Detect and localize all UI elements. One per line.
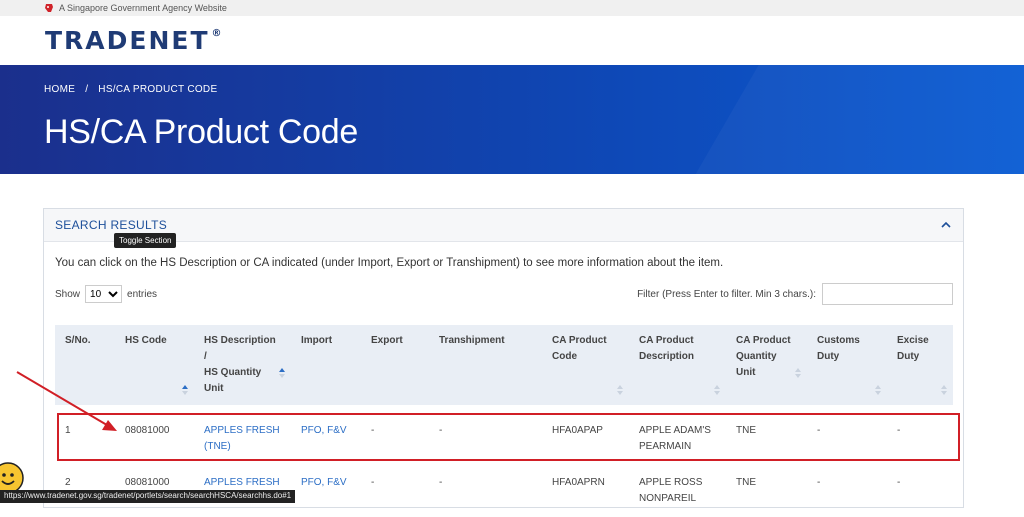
cell-ca-qty-unit: TNE — [726, 465, 807, 517]
entries-select[interactable]: 10 — [85, 285, 122, 303]
logo-text: TRADENET — [45, 26, 210, 55]
row-highlight-box — [57, 413, 960, 461]
col-import-label: Import — [301, 335, 332, 346]
col-sno[interactable]: S/No. — [55, 325, 115, 405]
toggle-section-tooltip: Toggle Section — [114, 233, 176, 248]
col-customs-label-1: Customs — [817, 335, 860, 346]
page-title: HS/CA Product Code — [44, 113, 1024, 152]
col-excise-duty[interactable]: Excise Duty — [887, 325, 953, 405]
col-ca-qty-label-2: Quantity — [736, 351, 777, 362]
sort-both-icon — [616, 384, 624, 396]
entries-label: entries — [127, 289, 157, 300]
col-ca-quantity-unit[interactable]: CA Product Quantity Unit — [726, 325, 807, 405]
ca-desc-line-2: NONPAREIL — [639, 493, 696, 504]
col-transhipment[interactable]: Transhipment — [429, 325, 542, 405]
search-results-title: SEARCH RESULTS — [55, 218, 167, 232]
registered-mark: ® — [212, 28, 224, 39]
col-hs-code[interactable]: HS Code — [115, 325, 194, 405]
col-import[interactable]: Import — [291, 325, 361, 405]
table-header-row: S/No. HS Code HS Description / HS Quanti… — [55, 325, 953, 405]
sort-asc-icon — [278, 367, 286, 379]
sort-both-icon — [713, 384, 721, 396]
results-intro-text: You can click on the HS Description or C… — [55, 257, 723, 269]
col-sno-label: S/No. — [65, 335, 91, 346]
breadcrumb-home-link[interactable]: HOME — [44, 84, 75, 95]
col-export-label: Export — [371, 335, 403, 346]
col-transhipment-label: Transhipment — [439, 335, 505, 346]
gov-agency-bar: A Singapore Government Agency Website — [0, 0, 1024, 16]
cell-transhipment: - — [429, 465, 542, 517]
cell-import: PFO, F&V — [291, 465, 361, 517]
col-hs-desc-label-2: / — [204, 351, 207, 362]
cell-export: - — [361, 465, 429, 517]
cell-ca-code: HFA0APRN — [542, 465, 629, 517]
site-header: TRADENET® — [0, 16, 1024, 65]
col-excise-label-1: Excise — [897, 335, 929, 346]
col-excise-label-2: Duty — [897, 351, 919, 362]
hs-description-link[interactable]: APPLES FRESH — [204, 477, 280, 488]
breadcrumb: HOME / HS/CA PRODUCT CODE — [44, 84, 1024, 95]
col-ca-qty-label-1: CA Product — [736, 335, 791, 346]
col-ca-product-description[interactable]: CA Product Description — [629, 325, 726, 405]
sort-both-icon — [874, 384, 882, 396]
ca-desc-line-1: APPLE ROSS — [639, 477, 702, 488]
cell-ca-description: APPLE ROSS NONPAREIL — [629, 465, 726, 517]
filter-input[interactable] — [822, 283, 953, 305]
breadcrumb-separator: / — [85, 84, 88, 95]
tradenet-logo[interactable]: TRADENET® — [45, 26, 224, 55]
gov-agency-text: A Singapore Government Agency Website — [59, 3, 227, 13]
col-export[interactable]: Export — [361, 325, 429, 405]
lion-head-icon — [44, 3, 54, 13]
sort-both-icon — [940, 384, 948, 396]
chevron-up-icon[interactable] — [940, 219, 952, 231]
col-ca-desc-label-1: CA Product — [639, 335, 694, 346]
col-ca-desc-label-2: Description — [639, 351, 694, 362]
col-hs-code-label: HS Code — [125, 335, 167, 346]
col-hs-desc-label-1: HS Description — [204, 335, 276, 346]
entries-control: Show 10 entries — [55, 285, 157, 303]
col-customs-duty[interactable]: Customs Duty — [807, 325, 887, 405]
sort-asc-icon — [181, 384, 189, 396]
col-ca-product-code[interactable]: CA Product Code — [542, 325, 629, 405]
col-ca-qty-label-3: Unit — [736, 367, 755, 378]
status-bar-url: https://www.tradenet.gov.sg/tradenet/por… — [0, 490, 295, 503]
filter-label: Filter (Press Enter to filter. Min 3 cha… — [637, 289, 816, 300]
col-hs-desc-label-4: Unit — [204, 383, 223, 394]
import-ca-link[interactable]: PFO, F&V — [301, 477, 347, 488]
show-label: Show — [55, 289, 80, 300]
col-customs-label-2: Duty — [817, 351, 839, 362]
cell-customs-duty: - — [807, 465, 887, 517]
col-ca-code-label-1: CA Product — [552, 335, 607, 346]
hero-banner: HOME / HS/CA PRODUCT CODE HS/CA Product … — [0, 65, 1024, 174]
cell-excise-duty: - — [887, 465, 953, 517]
breadcrumb-current-link[interactable]: HS/CA PRODUCT CODE — [98, 84, 217, 95]
sort-both-icon — [794, 367, 802, 379]
col-ca-code-label-2: Code — [552, 351, 577, 362]
filter-control: Filter (Press Enter to filter. Min 3 cha… — [637, 283, 953, 305]
col-hs-desc-label-3: HS Quantity — [204, 367, 261, 378]
col-hs-description[interactable]: HS Description / HS Quantity Unit — [194, 325, 291, 405]
search-results-header[interactable]: SEARCH RESULTS — [44, 209, 963, 242]
search-results-panel: SEARCH RESULTS Toggle Section You can cl… — [43, 208, 964, 508]
